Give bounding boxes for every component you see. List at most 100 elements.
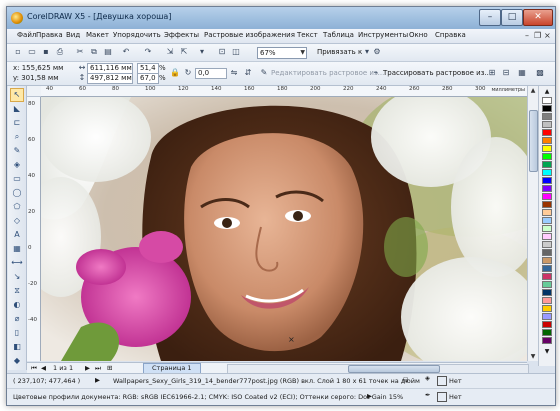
polygon-tool-icon[interactable]: ⬠ <box>11 201 23 213</box>
table-tool-icon[interactable]: ▦ <box>11 243 23 255</box>
application-launcher-icon[interactable]: ▾ <box>197 47 207 57</box>
horizontal-scroll-thumb[interactable] <box>348 365 440 373</box>
eyedropper-tool-icon[interactable]: ⌀ <box>11 313 23 325</box>
blend-tool-icon[interactable]: ⧖ <box>11 285 23 297</box>
color-swatch[interactable] <box>542 161 552 168</box>
bitmap-photo[interactable]: × <box>41 97 527 361</box>
menu-arrange[interactable]: Упорядочить <box>113 31 161 39</box>
color-swatch[interactable] <box>542 137 552 144</box>
status-expand-icon[interactable]: ▶ <box>95 376 100 384</box>
menu-layout[interactable]: Макет <box>86 31 109 39</box>
color-swatch[interactable] <box>542 257 552 264</box>
color-swatch[interactable] <box>542 169 552 176</box>
interactive-fill-tool-icon[interactable]: ◆ <box>11 355 23 367</box>
color-swatch[interactable] <box>542 313 552 320</box>
basic-shapes-tool-icon[interactable]: ◇ <box>11 215 23 227</box>
color-swatch[interactable] <box>542 129 552 136</box>
color-swatch[interactable] <box>542 145 552 152</box>
status-expand-icon[interactable]: ▶ <box>367 392 372 400</box>
vertical-scroll-thumb[interactable] <box>529 110 538 172</box>
first-page-icon[interactable]: ⏮ <box>31 364 37 373</box>
color-swatch[interactable] <box>542 105 552 112</box>
maximize-button[interactable]: □ <box>501 9 523 26</box>
color-swatch[interactable] <box>542 297 552 304</box>
lock-ratio-icon[interactable]: 🔒 <box>170 68 180 78</box>
vertical-scrollbar[interactable]: ▲ ▼ <box>527 86 538 361</box>
doc-minimize-icon[interactable]: – <box>525 31 529 40</box>
drawing-canvas[interactable]: × <box>41 97 527 361</box>
color-swatch[interactable] <box>542 265 552 272</box>
mirror-vertical-icon[interactable]: ⇵ <box>243 68 253 78</box>
horizontal-ruler[interactable]: 40 60 80 100 120 140 160 180 200 220 240… <box>41 86 527 97</box>
fill-tool-icon[interactable]: ◧ <box>11 341 23 353</box>
resample-icon[interactable]: ⊟ <box>501 68 511 78</box>
connector-tool-icon[interactable]: ↘ <box>11 271 23 283</box>
scroll-down-icon[interactable]: ▼ <box>528 352 538 361</box>
export-icon[interactable]: ⇱ <box>179 47 189 57</box>
ruler-origin[interactable] <box>27 86 42 97</box>
menu-tools[interactable]: Инструменты <box>358 31 408 39</box>
menu-file[interactable]: Файл <box>17 31 36 39</box>
color-swatch[interactable] <box>542 193 552 200</box>
text-tool-icon[interactable]: A <box>11 229 23 241</box>
paste-icon[interactable]: ▤ <box>103 47 113 57</box>
color-swatch[interactable] <box>542 329 552 336</box>
bitmap-color-mask-icon[interactable]: ▩ <box>535 68 545 78</box>
shape-tool-icon[interactable]: ◣ <box>11 103 23 115</box>
menu-edit[interactable]: Правка <box>36 31 63 39</box>
color-swatch[interactable] <box>542 225 552 232</box>
rotation-angle-field[interactable]: 0,0 <box>195 68 227 79</box>
new-document-icon[interactable]: ▫ <box>13 47 23 57</box>
welcome-screen-icon[interactable]: ⊡ <box>217 47 227 57</box>
color-swatch[interactable] <box>542 185 552 192</box>
scroll-up-icon[interactable]: ▲ <box>528 86 538 95</box>
color-swatch[interactable] <box>542 281 552 288</box>
prev-page-icon[interactable]: ◀ <box>41 364 46 372</box>
crop-tool-icon[interactable]: ⊏ <box>11 117 23 129</box>
snap-to-button[interactable]: Привязать к <box>317 48 362 56</box>
trace-bitmap-icon[interactable]: ⌁ <box>371 68 381 78</box>
last-page-icon[interactable]: ⏭ <box>95 364 101 373</box>
menu-effects[interactable]: Эффекты <box>164 31 199 39</box>
color-swatch[interactable] <box>542 177 552 184</box>
undo-icon[interactable]: ↶ <box>121 47 131 57</box>
color-swatch[interactable] <box>542 121 552 128</box>
save-icon[interactable]: ▪ <box>41 47 51 57</box>
menu-bitmaps[interactable]: Растровые изображения <box>204 31 295 39</box>
color-swatch[interactable] <box>542 153 552 160</box>
corel-connect-icon[interactable]: ◫ <box>231 47 241 57</box>
color-swatch[interactable] <box>542 305 552 312</box>
menu-window[interactable]: Окно <box>409 31 428 39</box>
outline-tool-icon[interactable]: ▯ <box>11 327 23 339</box>
dimension-tool-icon[interactable]: ⟷ <box>11 257 23 269</box>
color-swatch[interactable] <box>542 97 552 104</box>
rectangle-tool-icon[interactable]: ▭ <box>11 173 23 185</box>
freehand-tool-icon[interactable]: ✎ <box>11 145 23 157</box>
chevron-down-icon[interactable]: ▾ <box>362 47 372 57</box>
palette-scroll-down-icon[interactable]: ▼ <box>542 348 552 355</box>
wrap-text-icon[interactable]: ▦ <box>517 68 527 78</box>
trace-bitmap-button[interactable]: Трассировать растровое из... <box>383 69 491 77</box>
color-swatch[interactable] <box>542 233 552 240</box>
color-swatch[interactable] <box>542 321 552 328</box>
zoom-tool-icon[interactable]: ⌕ <box>11 131 23 143</box>
color-profile-info[interactable]: Цветовые профили документа: RGB: sRGB IE… <box>13 393 403 401</box>
import-icon[interactable]: ⇲ <box>165 47 175 57</box>
scale-y-field[interactable]: 67,0 <box>137 73 159 84</box>
color-swatch[interactable] <box>542 273 552 280</box>
options-icon[interactable]: ⚙ <box>372 47 382 57</box>
mirror-horizontal-icon[interactable]: ⇋ <box>229 68 239 78</box>
color-swatch[interactable] <box>542 113 552 120</box>
color-swatch[interactable] <box>542 217 552 224</box>
smart-fill-tool-icon[interactable]: ◈ <box>11 159 23 171</box>
transparency-tool-icon[interactable]: ◐ <box>11 299 23 311</box>
color-swatch[interactable] <box>542 209 552 216</box>
y-position-field[interactable]: y: 301,58 мм <box>13 74 59 82</box>
open-folder-icon[interactable]: ▭ <box>27 47 37 57</box>
menu-table[interactable]: Таблица <box>323 31 354 39</box>
menu-view[interactable]: Вид <box>66 31 80 39</box>
color-swatch[interactable] <box>542 289 552 296</box>
menu-help[interactable]: Справка <box>435 31 466 39</box>
edit-bitmap-button[interactable]: Редактировать растровое из... <box>271 69 384 77</box>
palette-scroll-up-icon[interactable]: ▲ <box>542 88 552 95</box>
